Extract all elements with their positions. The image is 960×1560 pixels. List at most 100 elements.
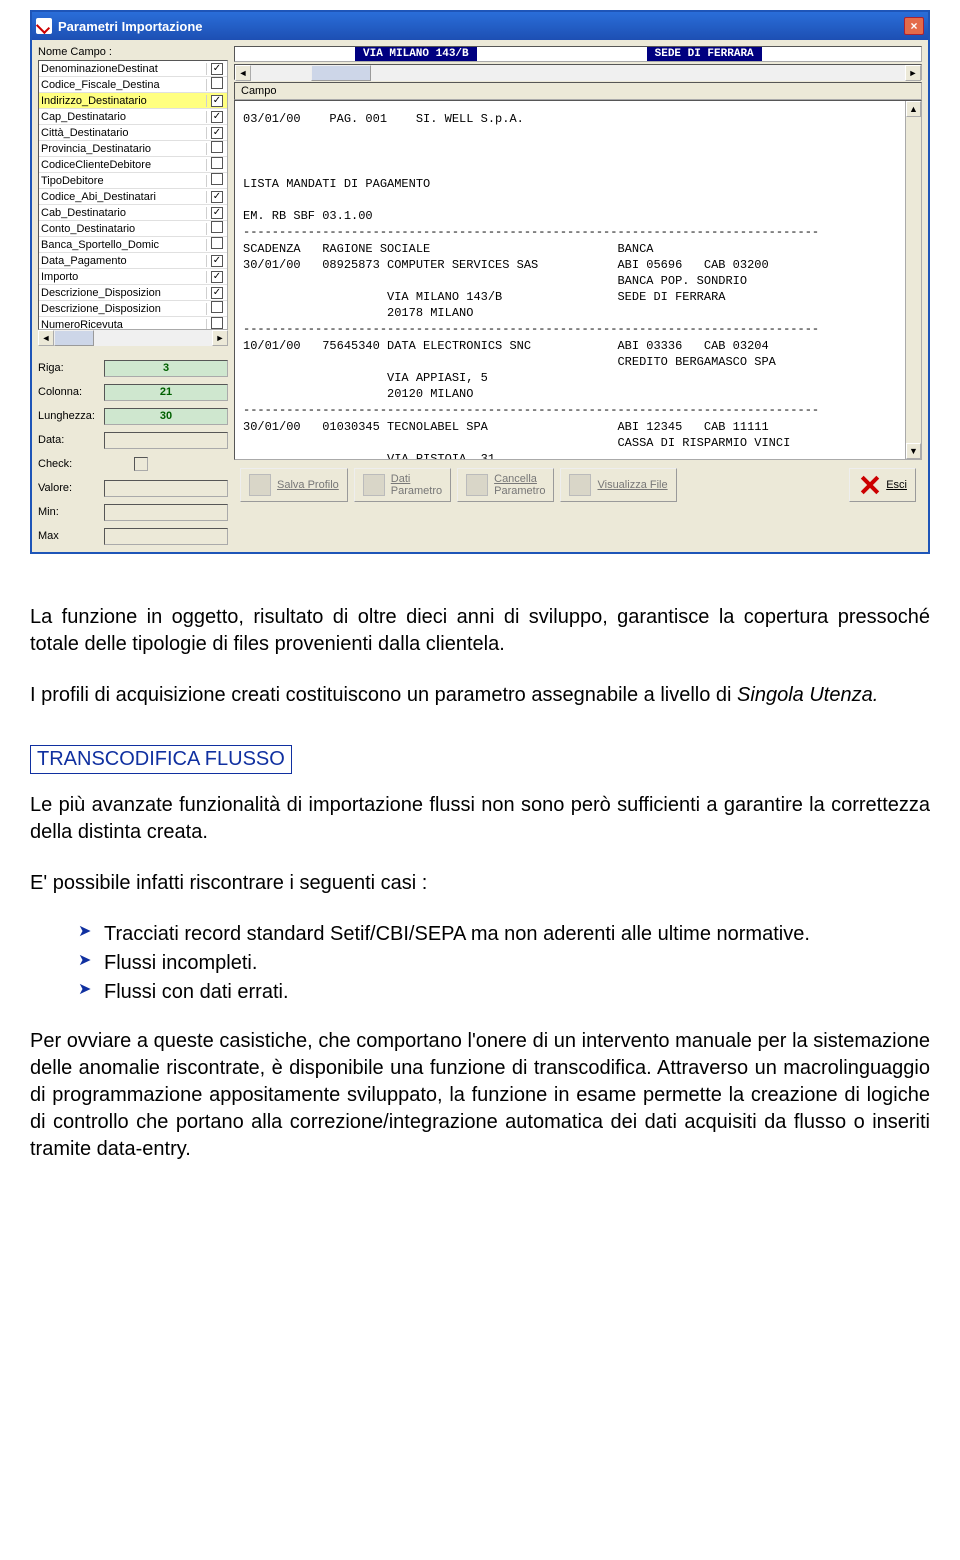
section-heading: TRANSCODIFICA FLUSSO (30, 745, 292, 774)
col-header-1: VIA MILANO 143/B (355, 47, 477, 61)
paragraph: Le più avanzate funzionalità di importaz… (30, 792, 930, 846)
preview-text: 03/01/00 PAG. 001 SI. WELL S.p.A. LISTA … (235, 101, 905, 459)
field-checkbox[interactable] (211, 141, 223, 153)
campo-header: Campo (234, 82, 922, 100)
field-checkbox[interactable]: ✓ (211, 191, 223, 203)
max-label: Max (38, 530, 104, 542)
colonna-field[interactable]: 21 (104, 384, 228, 401)
exit-button[interactable]: Esci (849, 468, 916, 502)
data-label: Data: (38, 434, 104, 446)
titlebar[interactable]: Parametri Importazione × (32, 12, 928, 40)
header-columns: VIA MILANO 143/B SEDE DI FERRARA (234, 46, 922, 62)
field-checkbox[interactable]: ✓ (211, 127, 223, 139)
field-row[interactable]: NumeroRicevuta (39, 317, 227, 330)
trash-icon (466, 474, 488, 496)
field-name: Descrizione_Disposizion (39, 303, 207, 315)
field-checkbox[interactable] (211, 317, 223, 329)
field-row[interactable]: Conto_Destinatario (39, 221, 227, 237)
valore-field[interactable] (104, 480, 228, 497)
import-params-window: Parametri Importazione × Nome Campo : De… (30, 10, 930, 554)
field-row[interactable]: Data_Pagamento ✓ (39, 253, 227, 269)
bullet-list: Tracciati record standard Setif/CBI/SEPA… (78, 921, 930, 1006)
list-item: Flussi con dati errati. (78, 979, 930, 1006)
save-profile-button[interactable]: Salva Profilo (240, 468, 348, 502)
edit-icon (363, 474, 385, 496)
field-checkbox[interactable]: ✓ (211, 287, 223, 299)
field-row[interactable]: Descrizione_Disposizion ✓ (39, 285, 227, 301)
field-row[interactable]: Codice_Abi_Destinatari ✓ (39, 189, 227, 205)
col-header-2: SEDE DI FERRARA (647, 47, 762, 61)
field-checkbox[interactable]: ✓ (211, 207, 223, 219)
field-row[interactable]: Descrizione_Disposizion (39, 301, 227, 317)
param-data-button[interactable]: DatiParametro (354, 468, 451, 502)
close-x-icon (858, 474, 880, 496)
field-row[interactable]: Importo✓ (39, 269, 227, 285)
field-row[interactable]: DenominazioneDestinat ✓ (39, 61, 227, 77)
field-list[interactable]: DenominazioneDestinat ✓ Codice_Fiscale_Des… (38, 60, 228, 330)
scroll-right-icon[interactable]: ► (212, 330, 228, 346)
field-name: Conto_Destinatario (39, 223, 207, 235)
field-name: Data_Pagamento (39, 255, 207, 267)
data-field[interactable] (104, 432, 228, 449)
preview-vscroll[interactable]: ▲ ▼ (905, 101, 921, 459)
riga-field[interactable]: 3 (104, 360, 228, 377)
field-checkbox[interactable] (211, 77, 223, 89)
search-file-icon (569, 474, 591, 496)
header-hscroll[interactable]: ◄ ► (234, 64, 922, 80)
delete-param-button[interactable]: CancellaParametro (457, 468, 554, 502)
field-row[interactable]: Indirizzo_Destinatario ✓ (39, 93, 227, 109)
field-checkbox[interactable]: ✓ (211, 255, 223, 267)
field-name: Indirizzo_Destinatario (39, 95, 207, 107)
field-checkbox[interactable]: ✓ (211, 271, 223, 283)
field-name: DenominazioneDestinat (39, 63, 207, 75)
field-name: Città_Destinatario (39, 127, 207, 139)
field-name: TipoDebitore (39, 175, 207, 187)
field-name: NumeroRicevuta (39, 319, 207, 331)
floppy-icon (249, 474, 271, 496)
lunghezza-label: Lunghezza: (38, 410, 104, 422)
scroll-down-icon[interactable]: ▼ (906, 443, 921, 459)
scroll-right-icon[interactable]: ► (905, 65, 921, 81)
riga-label: Riga: (38, 362, 104, 374)
paragraph: E' possibile infatti riscontrare i segue… (30, 870, 930, 897)
field-row[interactable]: TipoDebitore (39, 173, 227, 189)
lunghezza-field[interactable]: 30 (104, 408, 228, 425)
field-name: Cap_Destinatario (39, 111, 207, 123)
check-checkbox[interactable] (134, 457, 148, 471)
field-row[interactable]: Codice_Fiscale_Destina (39, 77, 227, 93)
scroll-left-icon[interactable]: ◄ (38, 330, 54, 346)
colonna-label: Colonna: (38, 386, 104, 398)
min-field[interactable] (104, 504, 228, 521)
scroll-up-icon[interactable]: ▲ (906, 101, 921, 117)
list-item: Flussi incompleti. (78, 950, 930, 977)
field-checkbox[interactable]: ✓ (211, 111, 223, 123)
field-checkbox[interactable] (211, 221, 223, 233)
app-icon (36, 18, 52, 34)
max-field[interactable] (104, 528, 228, 545)
nome-campo-label: Nome Campo : (38, 46, 228, 58)
field-list-hscroll[interactable]: ◄ ► (38, 330, 228, 346)
field-checkbox[interactable]: ✓ (211, 95, 223, 107)
field-row[interactable]: Cab_Destinatario✓ (39, 205, 227, 221)
field-checkbox[interactable] (211, 301, 223, 313)
field-name: Banca_Sportello_Domic (39, 239, 207, 251)
field-row[interactable]: Provincia_Destinatario (39, 141, 227, 157)
field-row[interactable]: CodiceClienteDebitore (39, 157, 227, 173)
paragraph: I profili di acquisizione creati costitu… (30, 682, 930, 709)
scroll-left-icon[interactable]: ◄ (235, 65, 251, 81)
field-name: CodiceClienteDebitore (39, 159, 207, 171)
field-name: Descrizione_Disposizion (39, 287, 207, 299)
field-row[interactable]: Cap_Destinatario ✓ (39, 109, 227, 125)
view-file-button[interactable]: Visualizza File (560, 468, 676, 502)
field-checkbox[interactable] (211, 237, 223, 249)
field-checkbox[interactable]: ✓ (211, 63, 223, 75)
field-name: Codice_Abi_Destinatari (39, 191, 207, 203)
field-checkbox[interactable] (211, 157, 223, 169)
field-row[interactable]: Città_Destinatario ✓ (39, 125, 227, 141)
paragraph: Per ovviare a queste casistiche, che com… (30, 1028, 930, 1163)
window-title: Parametri Importazione (58, 19, 904, 34)
field-name: Provincia_Destinatario (39, 143, 207, 155)
field-checkbox[interactable] (211, 173, 223, 185)
field-row[interactable]: Banca_Sportello_Domic (39, 237, 227, 253)
close-icon[interactable]: × (904, 17, 924, 35)
